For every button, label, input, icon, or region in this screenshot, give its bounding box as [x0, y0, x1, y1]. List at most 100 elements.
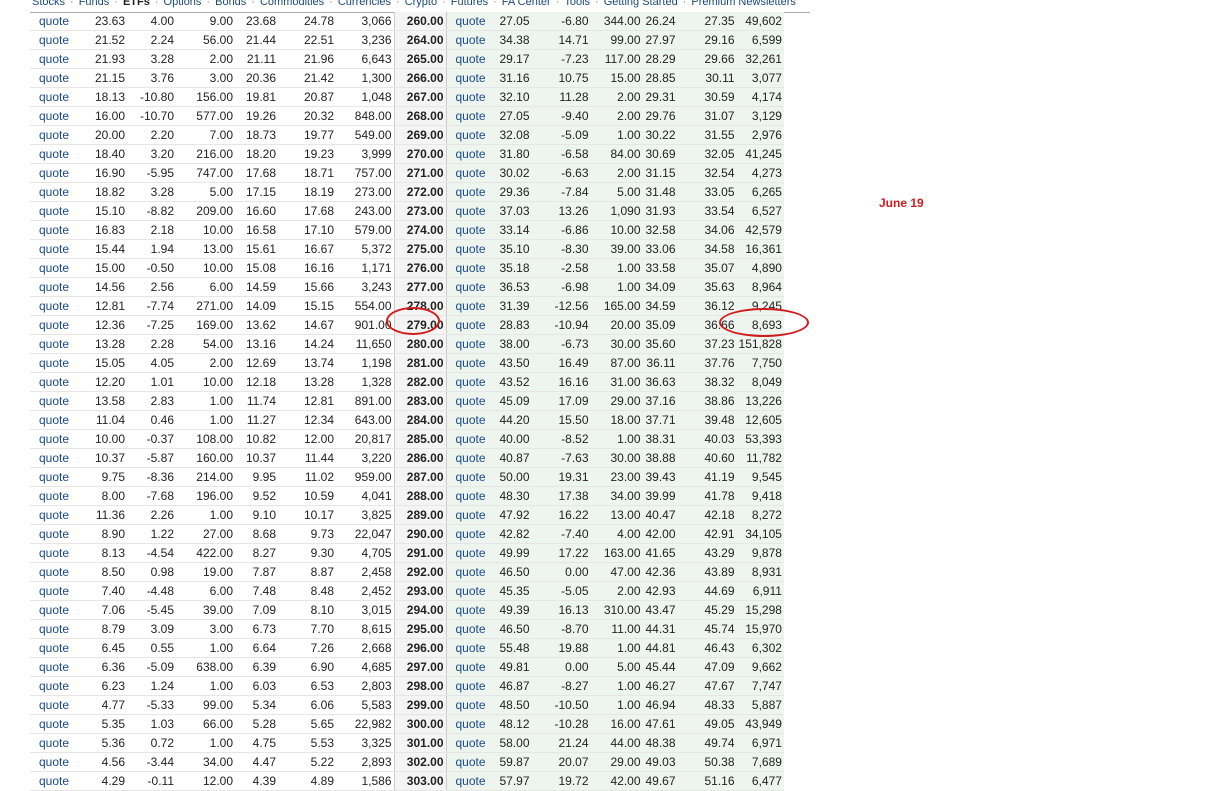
call-quote-link[interactable]: quote — [30, 448, 86, 468]
put-quote-link[interactable]: quote — [446, 125, 488, 145]
put-quote-link[interactable]: quote — [446, 505, 488, 525]
nav-link-stocks[interactable]: Stocks — [32, 0, 65, 8]
call-quote-link[interactable]: quote — [30, 524, 86, 544]
call-quote-link[interactable]: quote — [30, 315, 86, 335]
call-quote-link[interactable]: quote — [30, 12, 86, 31]
nav-link-funds[interactable]: Funds — [79, 0, 110, 8]
call-quote-link[interactable]: quote — [30, 581, 86, 601]
nav-link-futures[interactable]: Futures — [451, 0, 488, 8]
call-quote-link[interactable]: quote — [30, 201, 86, 221]
nav-link-crypto[interactable]: Crypto — [405, 0, 437, 8]
put-quote-link[interactable]: quote — [446, 258, 488, 278]
put-quote-link[interactable]: quote — [446, 372, 488, 392]
put-quote-link[interactable]: quote — [446, 334, 488, 354]
call-quote-link[interactable]: quote — [30, 239, 86, 259]
put-quote-link[interactable]: quote — [446, 296, 488, 316]
put-quote-link[interactable]: quote — [446, 695, 488, 715]
put-quote-link[interactable]: quote — [446, 163, 488, 183]
call-quote-link[interactable]: quote — [30, 334, 86, 354]
nav-link-currencies[interactable]: Currencies — [338, 0, 391, 8]
put-quote-link[interactable]: quote — [446, 543, 488, 563]
call-quote-link[interactable]: quote — [30, 182, 86, 202]
put-quote-link[interactable]: quote — [446, 581, 488, 601]
put-volume: 1.00 — [590, 277, 643, 297]
put-quote-link[interactable]: quote — [446, 714, 488, 734]
put-quote-link[interactable]: quote — [446, 448, 488, 468]
put-open-interest: 151,828 — [736, 334, 784, 354]
table-row: quote 16.00 -10.70 577.00 19.26 20.32 848.00 26… — [30, 106, 784, 126]
call-quote-link[interactable]: quote — [30, 676, 86, 696]
call-quote-link[interactable]: quote — [30, 733, 86, 753]
put-quote-link[interactable]: quote — [446, 467, 488, 487]
put-quote-link[interactable]: quote — [446, 49, 488, 69]
put-open-interest: 6,477 — [736, 771, 784, 791]
call-quote-link[interactable]: quote — [30, 714, 86, 734]
nav-link-tools[interactable]: Tools — [564, 0, 590, 8]
call-quote-link[interactable]: quote — [30, 163, 86, 183]
nav-link-fa-center[interactable]: FA Center — [502, 0, 551, 8]
call-quote-link[interactable]: quote — [30, 87, 86, 107]
nav-link-premium-newsletters[interactable]: Premium Newsletters — [691, 0, 796, 8]
call-quote-link[interactable]: quote — [30, 771, 86, 791]
call-quote-link[interactable]: quote — [30, 125, 86, 145]
call-quote-link[interactable]: quote — [30, 467, 86, 487]
call-quote-link[interactable]: quote — [30, 68, 86, 88]
put-quote-link[interactable]: quote — [446, 524, 488, 544]
put-quote-link[interactable]: quote — [446, 600, 488, 620]
put-quote-link[interactable]: quote — [446, 429, 488, 449]
call-quote-link[interactable]: quote — [30, 505, 86, 525]
call-quote-link[interactable]: quote — [30, 543, 86, 563]
put-quote-link[interactable]: quote — [446, 676, 488, 696]
call-quote-link[interactable]: quote — [30, 429, 86, 449]
call-quote-link[interactable]: quote — [30, 372, 86, 392]
call-quote-link[interactable]: quote — [30, 296, 86, 316]
nav-link-commodities[interactable]: Commodities — [260, 0, 324, 8]
call-quote-link[interactable]: quote — [30, 619, 86, 639]
put-quote-link[interactable]: quote — [446, 657, 488, 677]
nav-link-bonds[interactable]: Bonds — [215, 0, 246, 8]
put-quote-link[interactable]: quote — [446, 486, 488, 506]
put-quote-link[interactable]: quote — [446, 106, 488, 126]
nav-link-options[interactable]: Options — [164, 0, 202, 8]
put-quote-link[interactable]: quote — [446, 30, 488, 50]
put-quote-link[interactable]: quote — [446, 144, 488, 164]
put-quote-link[interactable]: quote — [446, 391, 488, 411]
call-quote-link[interactable]: quote — [30, 600, 86, 620]
strike-price: 302.00 — [393, 752, 447, 772]
put-quote-link[interactable]: quote — [446, 239, 488, 259]
nav-link-etfs[interactable]: ETFs — [123, 0, 150, 8]
call-quote-link[interactable]: quote — [30, 410, 86, 430]
call-quote-link[interactable]: quote — [30, 695, 86, 715]
put-quote-link[interactable]: quote — [446, 87, 488, 107]
call-quote-link[interactable]: quote — [30, 220, 86, 240]
put-quote-link[interactable]: quote — [446, 182, 488, 202]
call-quote-link[interactable]: quote — [30, 562, 86, 582]
put-quote-link[interactable]: quote — [446, 277, 488, 297]
put-quote-link[interactable]: quote — [446, 562, 488, 582]
nav-link-getting-started[interactable]: Getting Started — [604, 0, 678, 8]
call-quote-link[interactable]: quote — [30, 258, 86, 278]
call-quote-link[interactable]: quote — [30, 106, 86, 126]
call-quote-link[interactable]: quote — [30, 277, 86, 297]
put-quote-link[interactable]: quote — [446, 68, 488, 88]
put-quote-link[interactable]: quote — [446, 353, 488, 373]
put-quote-link[interactable]: quote — [446, 733, 488, 753]
call-quote-link[interactable]: quote — [30, 391, 86, 411]
put-quote-link[interactable]: quote — [446, 619, 488, 639]
put-quote-link[interactable]: quote — [446, 638, 488, 658]
put-quote-link[interactable]: quote — [446, 410, 488, 430]
call-quote-link[interactable]: quote — [30, 486, 86, 506]
call-quote-link[interactable]: quote — [30, 144, 86, 164]
put-quote-link[interactable]: quote — [446, 771, 488, 791]
put-quote-link[interactable]: quote — [446, 315, 488, 335]
call-quote-link[interactable]: quote — [30, 353, 86, 373]
put-quote-link[interactable]: quote — [446, 220, 488, 240]
call-quote-link[interactable]: quote — [30, 657, 86, 677]
call-quote-link[interactable]: quote — [30, 752, 86, 772]
call-quote-link[interactable]: quote — [30, 49, 86, 69]
put-quote-link[interactable]: quote — [446, 752, 488, 772]
call-quote-link[interactable]: quote — [30, 30, 86, 50]
call-quote-link[interactable]: quote — [30, 638, 86, 658]
put-quote-link[interactable]: quote — [446, 12, 488, 31]
put-quote-link[interactable]: quote — [446, 201, 488, 221]
